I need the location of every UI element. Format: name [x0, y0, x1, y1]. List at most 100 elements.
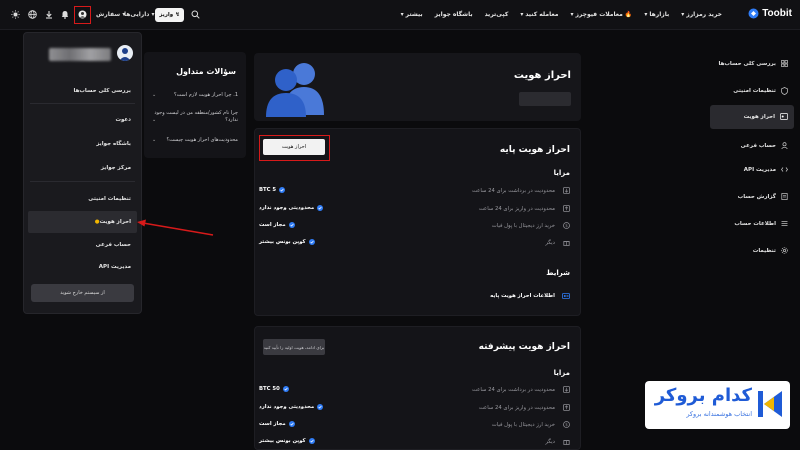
download-icon[interactable] — [45, 10, 53, 19]
bell-icon[interactable] — [61, 10, 69, 19]
sidebar-item-security[interactable]: تنظیمات امنیتی — [733, 87, 788, 95]
user-dropdown-menu: بررسی کلی حساب‌ها دعوت باشگاه جوایز مرکز… — [23, 32, 142, 314]
deposit-icon — [563, 404, 570, 411]
benefit-label: خرید ارز دیجیتال با پول فیات — [491, 422, 555, 428]
svg-text:$: $ — [565, 422, 568, 427]
conditions-title: شرایط — [546, 269, 570, 277]
dropdown-item-api[interactable]: مدیریت API — [99, 264, 131, 270]
kodam-broker-watermark: کدام بروکر انتخاب هوشمندانه بروکر — [645, 381, 790, 429]
chevron-down-icon: ▾ — [644, 11, 648, 18]
sidebar-item-subaccount[interactable]: حساب فرعی — [741, 142, 788, 149]
main-nav: خرید رمزارز ▾ بازارها ▾ 🔥 معاملات فیوچرز ▾ م… — [401, 11, 722, 18]
sidebar-item-report[interactable]: گزارش حساب — [738, 193, 788, 200]
advanced-kyc-button-disabled[interactable]: برای ادامه، هویت اولیه را تأیید کنید — [263, 339, 325, 355]
basic-kyc-title: احراز هویت پایه — [499, 145, 570, 155]
api-icon — [781, 167, 788, 172]
avatar — [117, 45, 133, 61]
id-card-icon — [562, 292, 570, 300]
brand-name: Toobit — [762, 8, 792, 19]
sidebar-item-account-info[interactable]: اطلاعات حساب — [734, 220, 788, 227]
list-icon — [781, 221, 788, 226]
chevron-down-icon: ⌄ — [152, 92, 157, 98]
sidebar-item-kyc[interactable]: احراز هویت — [744, 113, 788, 120]
benefit-label: محدودیت در برداشت برای 24 ساعت — [471, 188, 555, 194]
broker-logo-icon — [758, 391, 782, 417]
toobit-logo[interactable]: Toobit — [748, 8, 792, 19]
theme-sun-icon[interactable] — [11, 10, 20, 19]
report-icon — [781, 193, 788, 200]
chevron-down-icon: ▾ — [400, 11, 404, 18]
faq-title: سؤالات متداول — [176, 67, 236, 76]
fire-icon: 🔥 — [624, 11, 633, 18]
nav-markets[interactable]: بازارها ▾ — [644, 11, 669, 18]
dropdown-item-kyc[interactable]: احراز هویت● — [95, 219, 131, 225]
shield-icon — [781, 87, 788, 95]
chevron-down-icon: ⌄ — [152, 116, 157, 123]
start-kyc-button[interactable]: احراز هویت — [263, 139, 325, 155]
dropdown-item-security[interactable]: تنظیمات امنیتی — [88, 196, 131, 202]
search-icon[interactable] — [191, 10, 200, 19]
assets-menu[interactable]: دارایی‌ها ▾ — [124, 11, 155, 18]
benefits-title: مزایا — [553, 369, 570, 377]
benefit-value: مجاز است — [259, 421, 295, 427]
divider — [30, 103, 135, 104]
sidebar-item-settings[interactable]: تنظیمات — [753, 247, 788, 254]
deposit-icon — [563, 205, 570, 212]
dropdown-item-rewards-club[interactable]: باشگاه جوایز — [96, 141, 131, 147]
withdraw-icon — [563, 386, 570, 393]
benefit-label: محدودیت در برداشت برای 24 ساعت — [471, 387, 555, 393]
condition-item: اطلاعات احراز هویت پایه — [490, 293, 555, 299]
benefit-value: کوپن بونس بیشتر — [259, 239, 315, 245]
chevron-down-icon: ▾ — [681, 11, 685, 18]
user-account-button[interactable] — [74, 6, 91, 24]
nav-more[interactable]: بیشتر ▾ — [401, 11, 423, 18]
gift-icon — [563, 438, 570, 445]
chevron-down-icon: ▾ — [520, 11, 524, 18]
benefit-label: دیگر — [545, 240, 555, 246]
dropdown-item-overview[interactable]: بررسی کلی حساب‌ها — [74, 88, 132, 94]
benefits-title: مزایا — [553, 169, 570, 177]
benefit-value: مجاز است — [259, 222, 295, 228]
divider — [30, 181, 135, 182]
nav-buy-crypto[interactable]: خرید رمزارز ▾ — [681, 11, 722, 18]
dropdown-item-invite[interactable]: دعوت — [115, 117, 131, 123]
fiat-purchase-icon: $ — [563, 421, 570, 428]
sidebar-item-api[interactable]: مدیریت API — [744, 166, 788, 173]
blurred-user-id — [49, 48, 111, 61]
chevron-down-icon: ▾ — [151, 11, 155, 18]
faq-question-2[interactable]: چرا نام کشور/منطقه من در لیست وجود ندارد… — [150, 110, 238, 124]
dropdown-item-rewards-center[interactable]: مرکز جوایز — [101, 165, 131, 171]
faq-question-1[interactable]: 1. چرا احراز هویت لازم است؟ ⌄ — [150, 92, 238, 99]
red-arrow-annotation — [137, 219, 214, 236]
chevron-down-icon: ⌄ — [152, 137, 157, 143]
nav-copy-trade[interactable]: کپی‌ترید — [485, 11, 509, 18]
gift-icon — [563, 239, 570, 246]
deposit-button[interactable]: ↯ واریز — [155, 8, 184, 22]
benefit-value: کوپن بونس بیشتر — [259, 438, 315, 444]
fiat-purchase-icon: $ — [563, 222, 570, 229]
check-icon — [317, 404, 324, 410]
benefit-label: محدودیت در واریز برای 24 ساعت — [478, 206, 555, 212]
svg-text:$: $ — [565, 223, 568, 228]
benefit-value: محدودیتی وجود ندارد — [259, 205, 324, 211]
dropdown-item-subaccount[interactable]: حساب فرعی — [96, 242, 131, 248]
gear-icon — [781, 247, 788, 254]
check-icon — [282, 386, 289, 392]
benefit-label: خرید ارز دیجیتال با پول فیات — [491, 223, 555, 229]
advanced-kyc-title: احراز هویت پیشرفته — [478, 342, 570, 352]
benefit-value: BTC 50 — [259, 386, 289, 392]
nav-futures[interactable]: 🔥 معاملات فیوچرز ▾ — [570, 11, 632, 18]
faq-question-3[interactable]: محدودیت‌های احراز هویت چیست؟ ⌄ — [150, 137, 238, 144]
nav-rewards-club[interactable]: باشگاه جوایز — [435, 11, 473, 18]
benefit-value: BTC 5 — [259, 187, 286, 193]
user-icon — [781, 142, 788, 149]
logout-button[interactable]: از سیستم خارج شوید — [31, 284, 134, 302]
watermark-subtitle: انتخاب هوشمندانه بروکر — [686, 410, 752, 418]
nav-trade[interactable]: معامله کنید ▾ — [520, 11, 558, 18]
top-navigation-bar: Toobit خرید رمزارز ▾ بازارها ▾ 🔥 معاملات فی… — [0, 0, 800, 30]
orders-menu[interactable]: سفارش ▾ — [96, 11, 125, 18]
globe-icon[interactable] — [28, 10, 37, 19]
check-icon — [308, 438, 315, 444]
toobit-logo-icon — [748, 8, 759, 19]
sidebar-item-overview[interactable]: بررسی کلی حساب‌ها — [719, 60, 789, 67]
